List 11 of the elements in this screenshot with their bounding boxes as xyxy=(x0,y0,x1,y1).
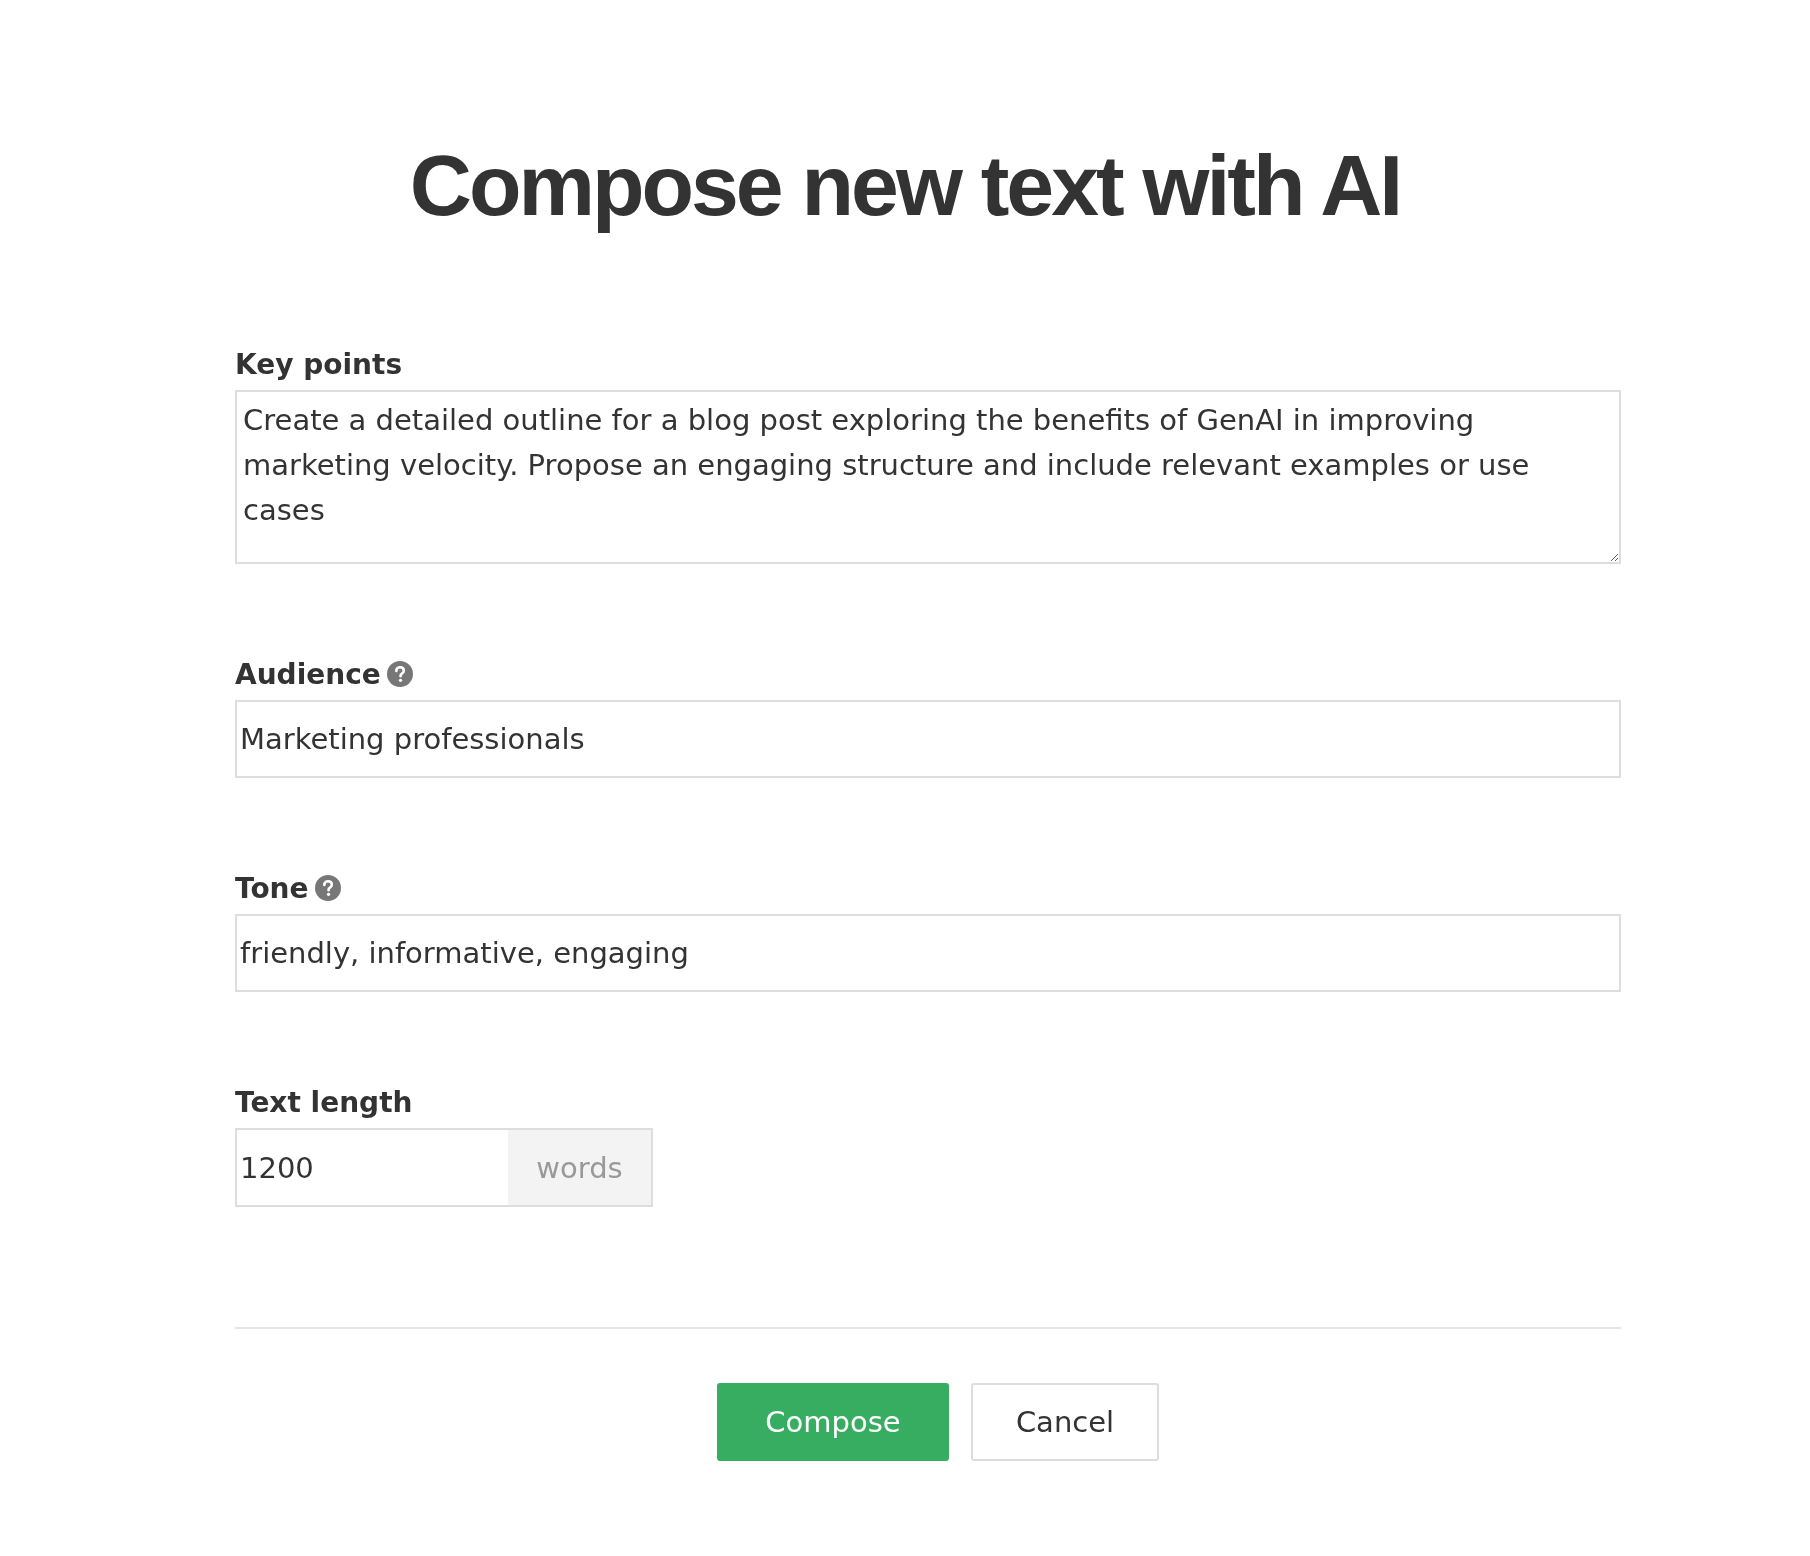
field-label: Tone xyxy=(235,871,309,905)
text-input-field[interactable]: friendly, informative, engaging xyxy=(235,914,1621,992)
help-icon[interactable] xyxy=(314,875,341,901)
cancel-button[interactable]: Cancel xyxy=(971,1383,1159,1461)
dialog-title: Compose new text with AI xyxy=(409,136,1401,235)
text-input-field[interactable]: Marketing professionals xyxy=(235,700,1621,778)
key-points-field[interactable]: Create a detailed outline for a blog post exploring the benefits of GenAI in improving marketing velocity. Propose an engaging structure and include relevant examples or use cases xyxy=(235,390,1621,564)
field-label: Text length xyxy=(235,1085,413,1119)
field-label: Key points xyxy=(235,347,403,381)
help-icon[interactable] xyxy=(386,661,413,687)
field-label: Audience xyxy=(235,657,381,691)
